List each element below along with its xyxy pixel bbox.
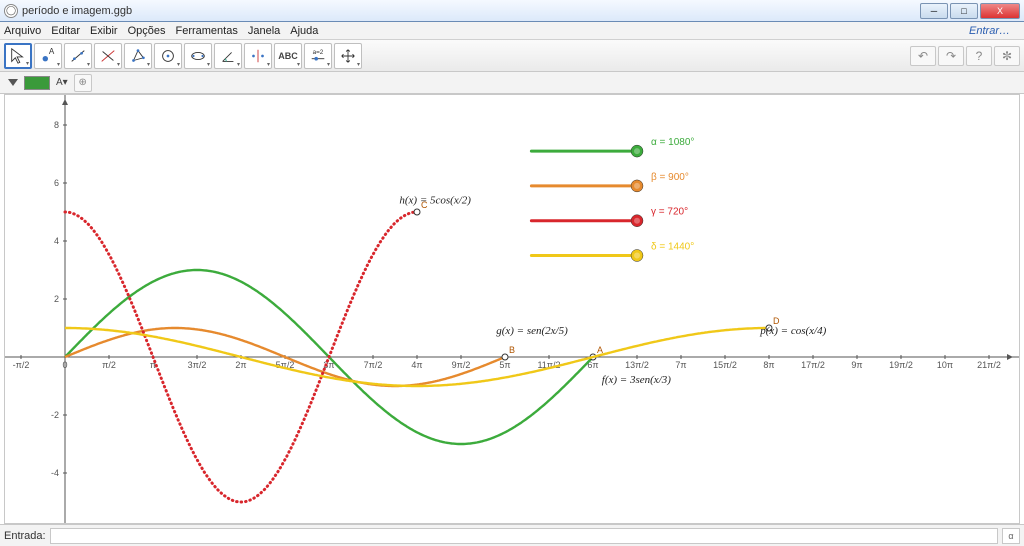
svg-text:B: B xyxy=(509,345,515,355)
svg-text:h(x) = 5cos(x/2): h(x) = 5cos(x/2) xyxy=(399,194,471,206)
tool-move-view[interactable]: ▾ xyxy=(334,43,362,69)
svg-text:9π: 9π xyxy=(851,360,862,370)
svg-text:9π/2: 9π/2 xyxy=(452,360,471,370)
tool-reflect[interactable]: ▾ xyxy=(244,43,272,69)
svg-text:13π/2: 13π/2 xyxy=(625,360,649,370)
tool-line[interactable]: ▾ xyxy=(64,43,92,69)
svg-text:15π/2: 15π/2 xyxy=(713,360,737,370)
svg-text:5π: 5π xyxy=(499,360,510,370)
svg-text:0: 0 xyxy=(62,360,67,370)
svg-text:-π/2: -π/2 xyxy=(13,360,30,370)
view-toggle-icon[interactable] xyxy=(8,79,18,86)
plot-svg: -π/20π/2π3π/22π5π/23π7π/24π9π/25π11π/26π… xyxy=(5,95,1019,523)
tool-move[interactable]: ▾ xyxy=(4,43,32,69)
svg-text:π/2: π/2 xyxy=(102,360,116,370)
font-size-dropdown[interactable]: A▾ xyxy=(56,77,68,88)
svg-text:A: A xyxy=(49,47,55,56)
titlebar: ◯ período e imagem.ggb ─ □ X xyxy=(0,0,1024,22)
tool-slider[interactable]: a=2▾ xyxy=(304,43,332,69)
minimize-button[interactable]: ─ xyxy=(920,3,948,19)
keyboard-icon[interactable]: α xyxy=(1002,528,1020,544)
svg-text:2π: 2π xyxy=(235,360,246,370)
svg-text:7π/2: 7π/2 xyxy=(364,360,383,370)
menu-opcoes[interactable]: Opções xyxy=(128,25,166,37)
svg-text:a=2: a=2 xyxy=(313,49,324,56)
svg-text:6: 6 xyxy=(54,178,59,188)
svg-text:2: 2 xyxy=(54,294,59,304)
window-title: período e imagem.ggb xyxy=(22,5,918,17)
menu-editar[interactable]: Editar xyxy=(51,25,80,37)
svg-text:α = 1080°: α = 1080° xyxy=(651,137,694,148)
settings-icon[interactable]: ✼ xyxy=(994,46,1020,66)
tool-point[interactable]: A▾ xyxy=(34,43,62,69)
menu-janela[interactable]: Janela xyxy=(248,25,280,37)
tool-polygon[interactable]: ▾ xyxy=(124,43,152,69)
menu-arquivo[interactable]: Arquivo xyxy=(4,25,41,37)
menubar: Arquivo Editar Exibir Opções Ferramentas… xyxy=(0,22,1024,40)
help-icon[interactable]: ? xyxy=(966,46,992,66)
tool-conic[interactable]: ▾ xyxy=(184,43,212,69)
redo-button[interactable]: ↷ xyxy=(938,46,964,66)
tool-angle[interactable]: ▾ xyxy=(214,43,242,69)
svg-text:g(x) = sen(2x/5): g(x) = sen(2x/5) xyxy=(496,325,568,337)
undo-button[interactable]: ↶ xyxy=(910,46,936,66)
tool-perpendicular[interactable]: ▾ xyxy=(94,43,122,69)
command-input[interactable] xyxy=(50,528,998,544)
stylebar: A▾ ⊕ xyxy=(0,72,1024,94)
login-link[interactable]: Entrar… xyxy=(969,25,1010,37)
menu-ajuda[interactable]: Ajuda xyxy=(290,25,318,37)
svg-text:p(x) = cos(x/4): p(x) = cos(x/4) xyxy=(759,325,826,337)
svg-text:f(x) = 3sen(x/3): f(x) = 3sen(x/3) xyxy=(602,374,671,386)
svg-text:γ = 720°: γ = 720° xyxy=(651,207,688,218)
color-swatch[interactable] xyxy=(24,76,50,90)
toolbar: ▾ A▾ ▾ ▾ ▾ ▾ ▾ ▾ ▾ ABC▾ a=2▾ ▾ ↶ ↷ ? ✼ xyxy=(0,40,1024,72)
tool-text[interactable]: ABC▾ xyxy=(274,43,302,69)
tool-circle[interactable]: ▾ xyxy=(154,43,182,69)
close-button[interactable]: X xyxy=(980,3,1020,19)
svg-text:7π: 7π xyxy=(675,360,686,370)
graphics-view[interactable]: -π/20π/2π3π/22π5π/23π7π/24π9π/25π11π/26π… xyxy=(4,94,1020,524)
input-bar: Entrada: α xyxy=(0,524,1024,546)
svg-text:8: 8 xyxy=(54,120,59,130)
svg-text:-4: -4 xyxy=(51,468,59,478)
svg-text:4: 4 xyxy=(54,236,59,246)
svg-text:10π: 10π xyxy=(937,360,953,370)
svg-text:-2: -2 xyxy=(51,410,59,420)
svg-text:8π: 8π xyxy=(763,360,774,370)
input-label: Entrada: xyxy=(4,530,46,542)
menu-ferramentas[interactable]: Ferramentas xyxy=(175,25,237,37)
svg-text:β = 900°: β = 900° xyxy=(651,172,689,183)
svg-text:19π/2: 19π/2 xyxy=(889,360,913,370)
app-icon: ◯ xyxy=(4,4,18,18)
pin-icon[interactable]: ⊕ xyxy=(74,74,92,92)
maximize-button[interactable]: □ xyxy=(950,3,978,19)
svg-text:4π: 4π xyxy=(411,360,422,370)
svg-text:3π/2: 3π/2 xyxy=(188,360,207,370)
svg-text:δ = 1440°: δ = 1440° xyxy=(651,242,694,253)
svg-text:17π/2: 17π/2 xyxy=(801,360,825,370)
svg-text:21π/2: 21π/2 xyxy=(977,360,1001,370)
menu-exibir[interactable]: Exibir xyxy=(90,25,118,37)
